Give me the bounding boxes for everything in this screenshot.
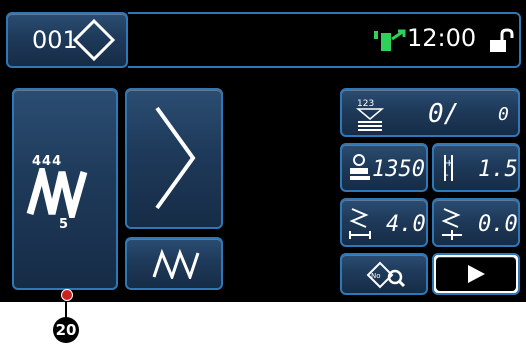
zigzag-base-icon (441, 208, 462, 240)
counter-total: 0 (498, 104, 509, 125)
stitch-pattern-button[interactable]: 444 5 (12, 88, 118, 290)
presser-foot-speed-icon (350, 154, 370, 180)
pattern-number-label: 444 (32, 154, 63, 169)
callout-dot (61, 289, 73, 301)
zigzag-base: 0.0 (478, 212, 518, 237)
pattern-search-button[interactable]: No (340, 253, 428, 295)
sewing-speed-button[interactable]: 1350 (340, 143, 428, 192)
sewing-panel-screen: 001 12:00 444 5 123 0/ 0 1350 + - 1.5 4.… (0, 0, 526, 302)
zigzag-width-icon (349, 208, 371, 239)
stitch-pitch-button[interactable]: + - 1.5 (432, 143, 520, 192)
pattern-search-icon: No (366, 261, 406, 289)
zigzag-width: 4.0 (386, 212, 426, 237)
pattern-number-icon (72, 18, 116, 62)
counter-button[interactable]: 123 0/ 0 (340, 88, 520, 137)
zigzag-width-button[interactable]: 4.0 (340, 198, 428, 247)
play-icon (468, 265, 485, 283)
bobbin-winder-icon (374, 29, 406, 51)
zigzag-preview-button[interactable] (125, 88, 223, 229)
zigzag-stitch-icon (26, 168, 88, 218)
svg-text:+: + (445, 158, 453, 169)
zigzag-type-button[interactable] (125, 237, 223, 290)
pattern-number-button[interactable]: 001 (6, 12, 128, 68)
stitch-pitch: 1.5 (478, 157, 518, 182)
start-button[interactable] (432, 253, 520, 295)
start-button-inner (436, 257, 516, 291)
pattern-number: 001 (32, 26, 78, 54)
zigzag-type-icon (152, 249, 200, 279)
unlock-icon[interactable] (488, 28, 516, 54)
bobbin-counter-icon: 123 (355, 99, 385, 131)
svg-text:123: 123 (357, 99, 374, 109)
sewing-speed: 1350 (372, 157, 425, 182)
stitch-pitch-icon: + - (444, 155, 453, 181)
svg-text:No: No (371, 272, 381, 280)
svg-text:-: - (445, 170, 449, 181)
zigzag-base-button[interactable]: 0.0 (432, 198, 520, 247)
counter-value: 0/ (428, 99, 460, 129)
zigzag-preview-icon (155, 106, 196, 210)
callout-number: 20 (53, 317, 79, 343)
clock-time: 12:00 (407, 24, 477, 52)
pattern-sub-label: 5 (59, 217, 69, 232)
